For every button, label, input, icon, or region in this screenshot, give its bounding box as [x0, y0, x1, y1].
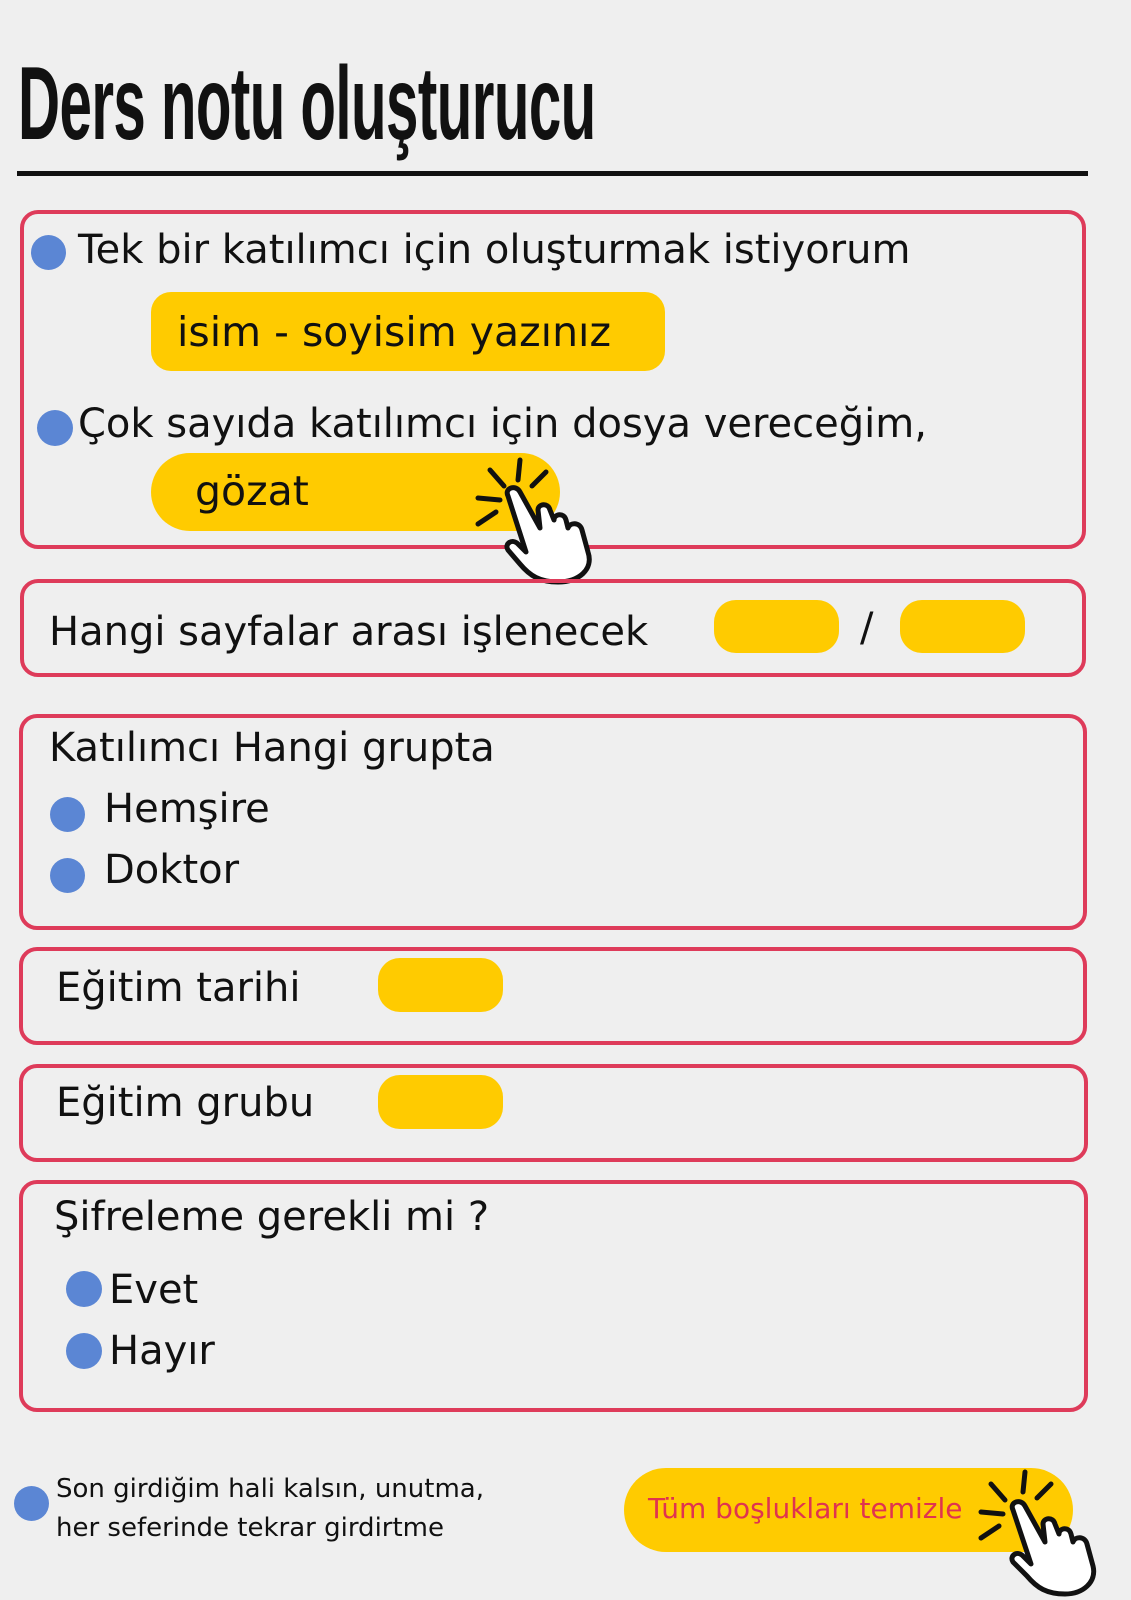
multi-participant-radio[interactable] — [37, 410, 73, 446]
page-range-separator: / — [860, 605, 874, 651]
training-date-input[interactable] — [378, 958, 503, 1012]
remember-input-label-line2: her seferinde tekrar girdirtme — [56, 1513, 444, 1543]
encryption-yes-label: Evet — [109, 1267, 199, 1313]
browse-button-label: gözat — [195, 467, 309, 515]
encryption-title: Şifreleme gerekli mi ? — [54, 1194, 490, 1240]
pointing-hand-click-icon — [978, 1469, 1097, 1597]
remember-input-label-line1: Son girdiğim hali kalsın, unutma, — [56, 1474, 484, 1504]
title-underline — [17, 171, 1088, 176]
group-option-doctor-radio[interactable] — [50, 858, 85, 893]
group-option-doctor-label: Doktor — [104, 847, 240, 893]
remember-input-radio[interactable] — [14, 1486, 49, 1521]
page-title: Ders notu oluşturucu — [18, 46, 596, 162]
page-from-input[interactable] — [714, 600, 839, 653]
pointing-hand-click-icon — [475, 457, 592, 585]
clear-all-button-label: Tüm boşlukları temizle — [648, 1492, 963, 1525]
multi-participant-label: Çok sayıda katılımcı için dosya vereceği… — [78, 401, 927, 447]
training-date-label: Eğitim tarihi — [56, 965, 301, 1011]
encryption-no-radio[interactable] — [66, 1333, 102, 1369]
training-group-input[interactable] — [378, 1075, 503, 1129]
encryption-yes-radio[interactable] — [66, 1271, 102, 1307]
name-input-placeholder: isim - soyisim yazınız — [177, 308, 611, 356]
group-option-nurse-radio[interactable] — [50, 797, 85, 832]
participant-group-title: Katılımcı Hangi grupta — [49, 725, 495, 771]
single-participant-label: Tek bir katılımcı için oluşturmak istiyo… — [78, 227, 911, 273]
pages-range-label: Hangi sayfalar arası işlenecek — [49, 609, 649, 655]
encryption-no-label: Hayır — [109, 1328, 215, 1374]
group-option-nurse-label: Hemşire — [104, 786, 270, 832]
training-group-label: Eğitim grubu — [56, 1080, 315, 1126]
page-to-input[interactable] — [900, 600, 1025, 653]
name-input[interactable]: isim - soyisim yazınız — [151, 292, 665, 371]
single-participant-radio[interactable] — [31, 235, 66, 270]
